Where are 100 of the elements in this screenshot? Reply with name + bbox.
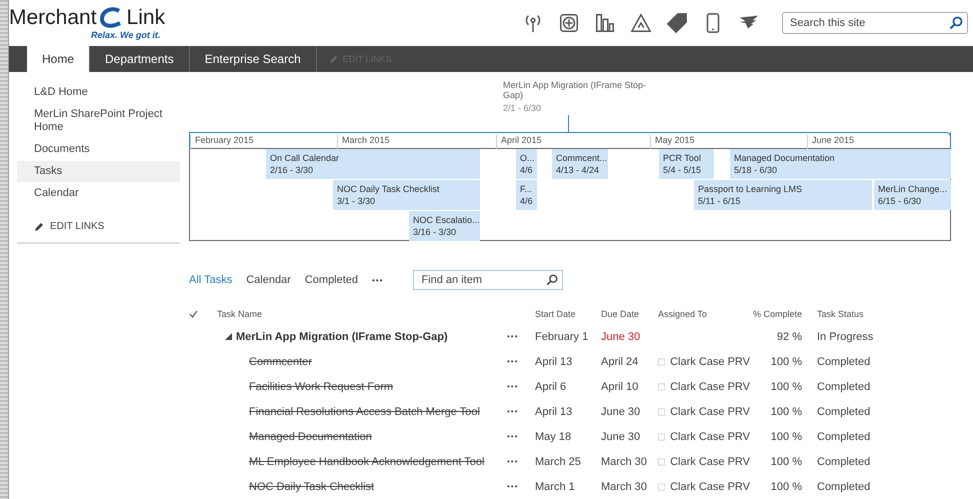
timeline-bar[interactable]: On Call Calendar 2/16 - 3/30 — [266, 149, 480, 179]
presence-icon — [658, 406, 666, 416]
column-header[interactable]: Task Name — [217, 304, 507, 324]
pencil-icon — [328, 54, 338, 64]
column-header[interactable]: Task Status — [817, 304, 917, 324]
timeline-bar[interactable]: Managed Documentation 5/18 - 6/30 — [730, 149, 951, 179]
summary-dates: 2/1 - 6/30 — [503, 103, 542, 113]
timeline-bar[interactable]: NOC Daily Task Checklist 3/1 - 3/30 — [333, 180, 480, 210]
column-header[interactable]: Due Date — [601, 304, 658, 324]
month-label: February 2015 — [190, 135, 254, 149]
check-icon[interactable] — [189, 310, 198, 318]
column-header[interactable]: Start Date — [535, 304, 601, 324]
task-name[interactable]: NOC Daily Task Checklist — [249, 480, 374, 492]
buildings-icon[interactable] — [594, 12, 616, 34]
task-name[interactable]: Commcenter — [249, 356, 312, 368]
timeline-bar[interactable]: Commcent... 4/13 - 4/24 — [552, 149, 608, 179]
table-cell-text: 92 % — [776, 330, 802, 344]
more-button[interactable]: ••• — [372, 276, 384, 284]
more-button[interactable]: ••• — [507, 474, 535, 499]
more-button[interactable]: ••• — [507, 349, 535, 374]
table-cell-text: May 18 — [535, 430, 572, 444]
table-cell-text: April 10 — [601, 380, 640, 394]
logo-text: Link — [126, 6, 166, 30]
assignee-name[interactable]: Clark Case PRV — [670, 406, 750, 418]
task-name[interactable]: MerLin App Migration (IFrame Stop-Gap) — [236, 330, 448, 342]
sidebar-item[interactable]: Tasks — [17, 161, 180, 182]
table-cell-text: March 25 — [535, 454, 582, 470]
table-cell-text: March 30 — [601, 454, 648, 470]
nav-tab[interactable]: Departments — [90, 46, 190, 72]
table-cell-text: Completed — [817, 354, 872, 370]
assignee-name[interactable]: Clark Case PRV — [670, 430, 750, 442]
presence-icon — [658, 356, 666, 366]
table-cell-text: April 13 — [535, 354, 574, 370]
logo-text: Merchant — [9, 6, 97, 30]
warning-icon[interactable] — [630, 12, 652, 34]
merchant-link-logo[interactable]: Merchant Link Relax. We got it. — [9, 6, 179, 40]
timeline-bar[interactable]: F... 4/6 — [516, 180, 537, 210]
presence-icon — [658, 456, 666, 466]
timeline-bar[interactable]: MerLin Change... 6/15 - 6/30 — [874, 180, 951, 210]
edit-links-link[interactable]: EDIT LINKS — [50, 221, 104, 232]
timeline-bar[interactable]: Passport to Learning LMS 5/11 - 6/15 — [694, 180, 872, 210]
pencil-icon — [34, 222, 44, 232]
sidebar-item[interactable]: MerLin SharePoint Project Home — [17, 104, 180, 138]
table-cell-text: 100 % — [770, 354, 802, 370]
sidebar-item[interactable]: L&D Home — [17, 82, 180, 103]
search-icon[interactable] — [546, 274, 558, 286]
table-cell-text: Completed — [817, 404, 872, 420]
table-cell-text: 100 % — [770, 404, 802, 420]
column-header[interactable]: Assigned To — [658, 304, 750, 324]
more-button[interactable]: ••• — [507, 374, 535, 399]
view-tab[interactable]: Completed — [304, 274, 358, 286]
timeline-bar[interactable]: O... 4/6 — [516, 149, 537, 179]
table-cell-text: April 6 — [535, 380, 568, 394]
assignee-name[interactable]: Clark Case PRV — [670, 480, 750, 492]
task-name[interactable]: Facilities Work Request Form — [249, 380, 394, 392]
assignee-name[interactable]: Clark Case PRV — [670, 356, 750, 368]
summary-title: MerLin App Migration (IFrame Stop-Gap) — [503, 80, 648, 100]
table-cell-text: June 30 — [601, 404, 642, 420]
task-name[interactable]: Managed Documentation — [249, 430, 372, 442]
table-cell-text: Completed — [817, 380, 872, 394]
table-cell-text: Completed — [817, 454, 872, 470]
presence-icon — [658, 382, 666, 392]
presence-icon — [658, 432, 666, 442]
nav-tab[interactable]: Enterprise Search — [190, 46, 317, 72]
table-cell-text: In Progress — [817, 330, 874, 344]
more-button[interactable]: ••• — [507, 424, 535, 449]
timeline-bar[interactable]: NOC Escalatio... 3/16 - 3/30 — [409, 211, 480, 241]
timeline-bar[interactable]: PCR Tool 5/4 - 5/15 — [659, 149, 714, 179]
nav-tab[interactable]: Home — [27, 46, 90, 72]
assignee-name[interactable]: Clark Case PRV — [670, 456, 750, 468]
plus-square-icon[interactable] — [558, 12, 580, 34]
table-cell-text: June 30 — [601, 430, 642, 444]
table-cell-text: 100 % — [770, 480, 802, 494]
more-button[interactable]: ••• — [507, 399, 535, 424]
table-cell-text: April 24 — [601, 354, 640, 370]
search-icon[interactable] — [949, 16, 963, 30]
table-cell-text: March 30 — [601, 480, 648, 494]
column-header[interactable]: % Complete — [750, 304, 802, 324]
collapse-icon[interactable] — [225, 333, 232, 340]
search-field[interactable]: Search this site — [782, 12, 968, 34]
sidebar-item[interactable]: Calendar — [17, 183, 180, 204]
task-name[interactable]: ML Employee Handbook Acknowledgement Tool — [249, 456, 484, 468]
find-item-field[interactable]: Find an item — [413, 270, 564, 290]
table-cell-text: 100 % — [770, 430, 802, 444]
sidebar-item[interactable]: Documents — [17, 139, 180, 160]
table-cell-text: February 1 — [535, 330, 590, 344]
table-cell-text: 100 % — [770, 454, 802, 470]
table-cell-text: 100 % — [770, 380, 802, 394]
assignee-name[interactable]: Clark Case PRV — [670, 380, 750, 392]
more-button[interactable]: ••• — [507, 324, 535, 349]
timeline-summary[interactable]: MerLin App Migration (IFrame Stop-Gap) 2/1 - 6/30 — [503, 80, 653, 132]
task-name[interactable]: Financial Resolutions Access Batch Merge Tool — [249, 406, 480, 418]
view-tab[interactable]: All Tasks — [189, 274, 232, 286]
logo-tagline: Relax. We got it. — [91, 30, 162, 40]
tag-icon[interactable] — [666, 12, 688, 34]
more-button[interactable]: ••• — [507, 449, 535, 474]
table-cell-text: June 30 — [601, 330, 642, 344]
table-cell-text: March 1 — [535, 480, 576, 494]
view-tab[interactable]: Calendar — [246, 274, 291, 286]
table-cell-text: Completed — [817, 430, 872, 444]
